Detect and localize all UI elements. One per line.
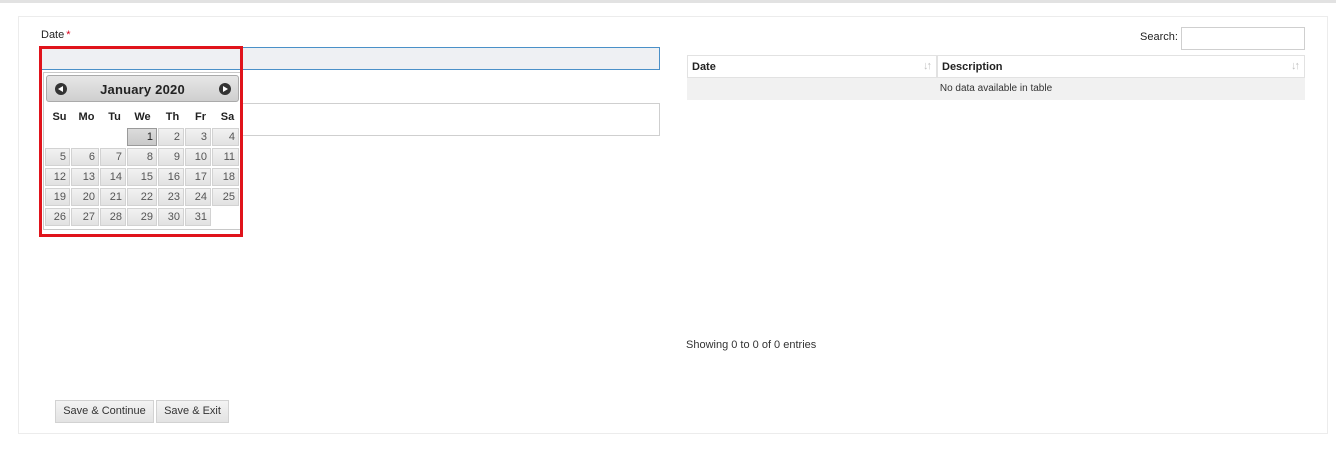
required-marker: * — [66, 29, 71, 41]
calendar-day[interactable]: 27 — [71, 208, 99, 226]
calendar-day[interactable]: 19 — [45, 188, 70, 206]
calendar-day[interactable]: 30 — [158, 208, 184, 226]
calendar-day[interactable]: 11 — [212, 148, 239, 166]
sort-icon: ↓↑ — [1291, 60, 1300, 72]
calendar-day[interactable]: 6 — [71, 148, 99, 166]
calendar-day[interactable]: 22 — [127, 188, 157, 206]
calendar-day[interactable]: 16 — [158, 168, 184, 186]
calendar-day[interactable]: 7 — [100, 148, 126, 166]
calendar-day[interactable]: 25 — [212, 188, 239, 206]
top-divider — [0, 0, 1336, 3]
column-header-description[interactable]: Description ↓↑ — [937, 55, 1305, 78]
calendar-day[interactable]: 26 — [45, 208, 70, 226]
calendar-day[interactable]: 14 — [100, 168, 126, 186]
datepicker: January 2020 Su Mo Tu We Th Fr Sa 1 2 3 4 5 6 7 8 9 10 1… — [43, 72, 241, 230]
calendar-day[interactable]: 20 — [71, 188, 99, 206]
calendar-day[interactable]: 4 — [212, 128, 239, 146]
calendar-day[interactable]: 31 — [185, 208, 211, 226]
calendar-day[interactable]: 29 — [127, 208, 157, 226]
table-info: Showing 0 to 0 of 0 entries — [686, 339, 817, 351]
calendar-day[interactable]: 9 — [158, 148, 184, 166]
calendar-day[interactable]: 8 — [127, 148, 157, 166]
date-label: Date * — [41, 29, 71, 41]
search-label: Search: — [1140, 31, 1178, 43]
sort-icon: ↓↑ — [923, 60, 932, 72]
calendar-day[interactable]: 28 — [100, 208, 126, 226]
calendar-day[interactable]: 1 — [127, 128, 157, 146]
datepicker-days-grid: 1 2 3 4 5 6 7 8 9 10 11 12 13 14 15 16 17 18 19 20 21 22 23 24 2… — [44, 73, 242, 231]
calendar-day[interactable]: 18 — [212, 168, 239, 186]
column-header-date[interactable]: Date ↓↑ — [687, 55, 937, 78]
calendar-day[interactable]: 12 — [45, 168, 70, 186]
entries-table: Date ↓↑ Description ↓↑ No data available… — [687, 55, 1305, 100]
calendar-day[interactable]: 13 — [71, 168, 99, 186]
calendar-day[interactable]: 5 — [45, 148, 70, 166]
empty-table-message: No data available in table — [687, 78, 1305, 100]
calendar-day[interactable]: 17 — [185, 168, 211, 186]
save-continue-button[interactable]: Save & Continue — [55, 400, 154, 423]
calendar-day[interactable]: 21 — [100, 188, 126, 206]
calendar-day[interactable]: 10 — [185, 148, 211, 166]
calendar-day[interactable]: 3 — [185, 128, 211, 146]
calendar-day[interactable]: 23 — [158, 188, 184, 206]
date-input[interactable] — [41, 47, 660, 70]
description-input[interactable] — [240, 103, 660, 136]
calendar-day[interactable]: 15 — [127, 168, 157, 186]
calendar-day[interactable]: 2 — [158, 128, 184, 146]
calendar-day[interactable]: 24 — [185, 188, 211, 206]
save-exit-button[interactable]: Save & Exit — [156, 400, 229, 423]
search-input[interactable] — [1181, 27, 1305, 50]
